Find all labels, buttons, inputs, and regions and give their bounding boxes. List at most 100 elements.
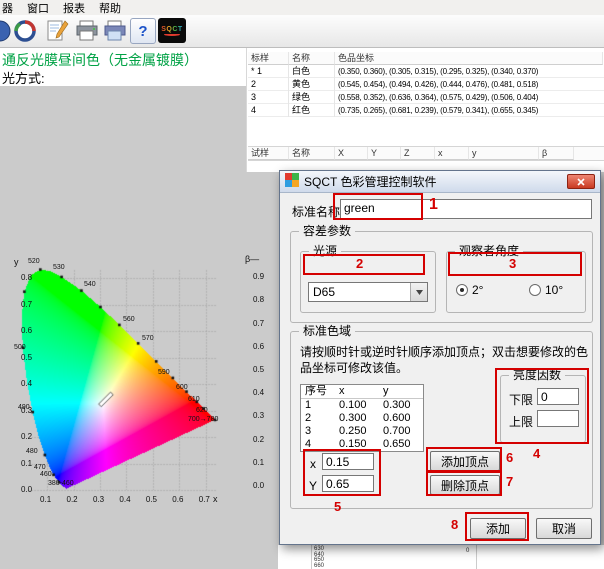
beta-axis-label: β— [245, 254, 259, 264]
wavelength-label: 520 [28, 258, 40, 265]
y-tick-label: 0.4 [21, 379, 32, 388]
vertex-cell: 0.100 [335, 399, 379, 412]
table-cell-name: 红色 [289, 104, 335, 117]
x-tick-label: 0.1 [40, 495, 51, 504]
table-cell-id: * 1 [248, 65, 289, 78]
vertex-row[interactable]: 10.1000.300 [301, 399, 423, 412]
document-title: 通反光膜昼间色（无金属镀膜） [2, 50, 198, 70]
vertex-cell: 0.300 [335, 412, 379, 425]
y-tick-label: 0.8 [21, 273, 32, 282]
table-cell-id: 2 [248, 78, 289, 91]
annotation-box-8 [465, 512, 529, 541]
table-row[interactable]: 3绿色(0.558, 0.352), (0.636, 0.364), (0.57… [248, 91, 604, 104]
standards-table-header: 标样名称色品坐标 [248, 52, 604, 65]
wavelength-label: 610 [188, 396, 200, 403]
beta-tick-label: 0.2 [253, 435, 264, 444]
vertex-cell: 0.300 [379, 399, 423, 412]
help-glyph: ? [138, 23, 147, 40]
light-source-value: D65 [313, 285, 335, 299]
beta-tick-label: 0.7 [253, 319, 264, 328]
beta-tick-label: 0.8 [253, 295, 264, 304]
wavelength-label: 500 [14, 344, 26, 351]
column-header[interactable]: Z [401, 147, 435, 160]
column-header[interactable]: y [469, 147, 539, 160]
annotation-box-2 [303, 254, 425, 275]
beta-tick-label: 0.3 [253, 411, 264, 420]
chevron-down-icon[interactable] [410, 283, 427, 301]
column-header[interactable]: 名称 [289, 147, 335, 160]
column-header[interactable]: 标样 [248, 52, 289, 65]
y-tick-label: 0.6 [21, 326, 32, 335]
annotation-box-1 [333, 193, 423, 220]
help-icon[interactable]: ? [130, 18, 156, 44]
column-header[interactable]: 名称 [289, 52, 335, 65]
x-tick-label: 0.2 [67, 495, 78, 504]
wavelength-label: 590 [158, 369, 170, 376]
column-header[interactable]: x [435, 147, 469, 160]
radio-selected-icon [456, 284, 468, 296]
standards-table: 标样名称色品坐标 * 1白色(0.350, 0.360), (0.305, 0.… [248, 52, 604, 117]
vertex-cell: 3 [301, 425, 335, 438]
annotation-box-4 [495, 368, 589, 444]
table-cell-id: 4 [248, 104, 289, 117]
sample-table-header: 试样名称XYZxyβ [248, 146, 604, 161]
wavelength-label: 480 [26, 448, 38, 455]
vertex-column-header: x [335, 385, 379, 398]
column-header[interactable]: β [539, 147, 574, 160]
vertex-column-header: 序号 [301, 385, 335, 398]
vertex-column-header: y [379, 385, 423, 398]
wavelength-label: 620 [196, 407, 208, 414]
sqct-logo-icon[interactable]: SQCT [158, 18, 186, 43]
wavelength-label: 490 [18, 404, 30, 411]
observer-10deg-radio[interactable]: 10° [529, 283, 563, 297]
column-header[interactable]: 试样 [248, 147, 289, 160]
wavelength-label: 530 [53, 264, 65, 271]
app-window: 器窗口报表帮助 [0, 0, 604, 569]
close-button[interactable] [567, 174, 595, 189]
observer-2deg-radio[interactable]: 2° [456, 283, 483, 297]
table-cell-name: 绿色 [289, 91, 335, 104]
x-tick-label: 0.6 [172, 495, 183, 504]
cie-chromaticity-diagram [20, 262, 220, 494]
vertex-row[interactable]: 30.2500.700 [301, 425, 423, 438]
beta-tick-label: 0.4 [253, 388, 264, 397]
grid-line [311, 545, 312, 569]
x-tick-label: 0.5 [146, 495, 157, 504]
vertex-list-header: 序号xy [301, 385, 423, 399]
edit-report-icon[interactable] [44, 18, 70, 44]
annotation-box-7 [426, 471, 502, 496]
vertex-row[interactable]: 20.3000.600 [301, 412, 423, 425]
annotation-number-4: 4 [533, 446, 540, 461]
list-value: 0 [466, 548, 469, 554]
annotation-number-5: 5 [334, 499, 341, 514]
table-cell-coords: (0.558, 0.352), (0.636, 0.364), (0.575, … [335, 91, 603, 104]
printer-icon[interactable] [74, 18, 100, 44]
wavelength-label: 560 [123, 316, 135, 323]
light-source-select[interactable]: D65 [308, 282, 428, 302]
wavelength-label: 380-460 [48, 480, 74, 487]
vertex-cell: 0.250 [335, 425, 379, 438]
dialog-titlebar[interactable]: SQCT 色彩管理控制软件 [280, 171, 600, 193]
menu-item[interactable]: 器 [0, 0, 20, 16]
observer-2deg-label: 2° [472, 283, 483, 297]
beta-tick-label: 0.6 [253, 342, 264, 351]
background-data-panel [278, 545, 604, 569]
menu-item[interactable]: 报表 [56, 0, 92, 16]
print-preview-icon[interactable] [102, 18, 128, 44]
vertex-cell: 1 [301, 399, 335, 412]
table-row[interactable]: 2黄色(0.545, 0.454), (0.494, 0.426), (0.44… [248, 78, 604, 91]
wavelength-label: 470 [34, 464, 46, 471]
menu-item[interactable]: 帮助 [92, 0, 128, 16]
vertex-cell: 0.650 [379, 438, 423, 451]
table-row[interactable]: * 1白色(0.350, 0.360), (0.305, 0.315), (0.… [248, 65, 604, 78]
vertex-list[interactable]: 序号xy 10.1000.30020.3000.60030.2500.70040… [300, 384, 424, 452]
column-header[interactable]: Y [368, 147, 401, 160]
table-row[interactable]: 4红色(0.735, 0.265), (0.681, 0.239), (0.57… [248, 104, 604, 117]
cancel-button[interactable]: 取消 [536, 518, 592, 539]
menu-item[interactable]: 窗口 [20, 0, 56, 16]
column-header[interactable]: 色品坐标 [335, 52, 603, 65]
wavelength-label: 700→780 [188, 416, 218, 423]
color-ring-icon[interactable] [12, 18, 38, 44]
column-header[interactable]: X [335, 147, 368, 160]
table-cell-coords: (0.350, 0.360), (0.305, 0.315), (0.295, … [335, 65, 603, 78]
